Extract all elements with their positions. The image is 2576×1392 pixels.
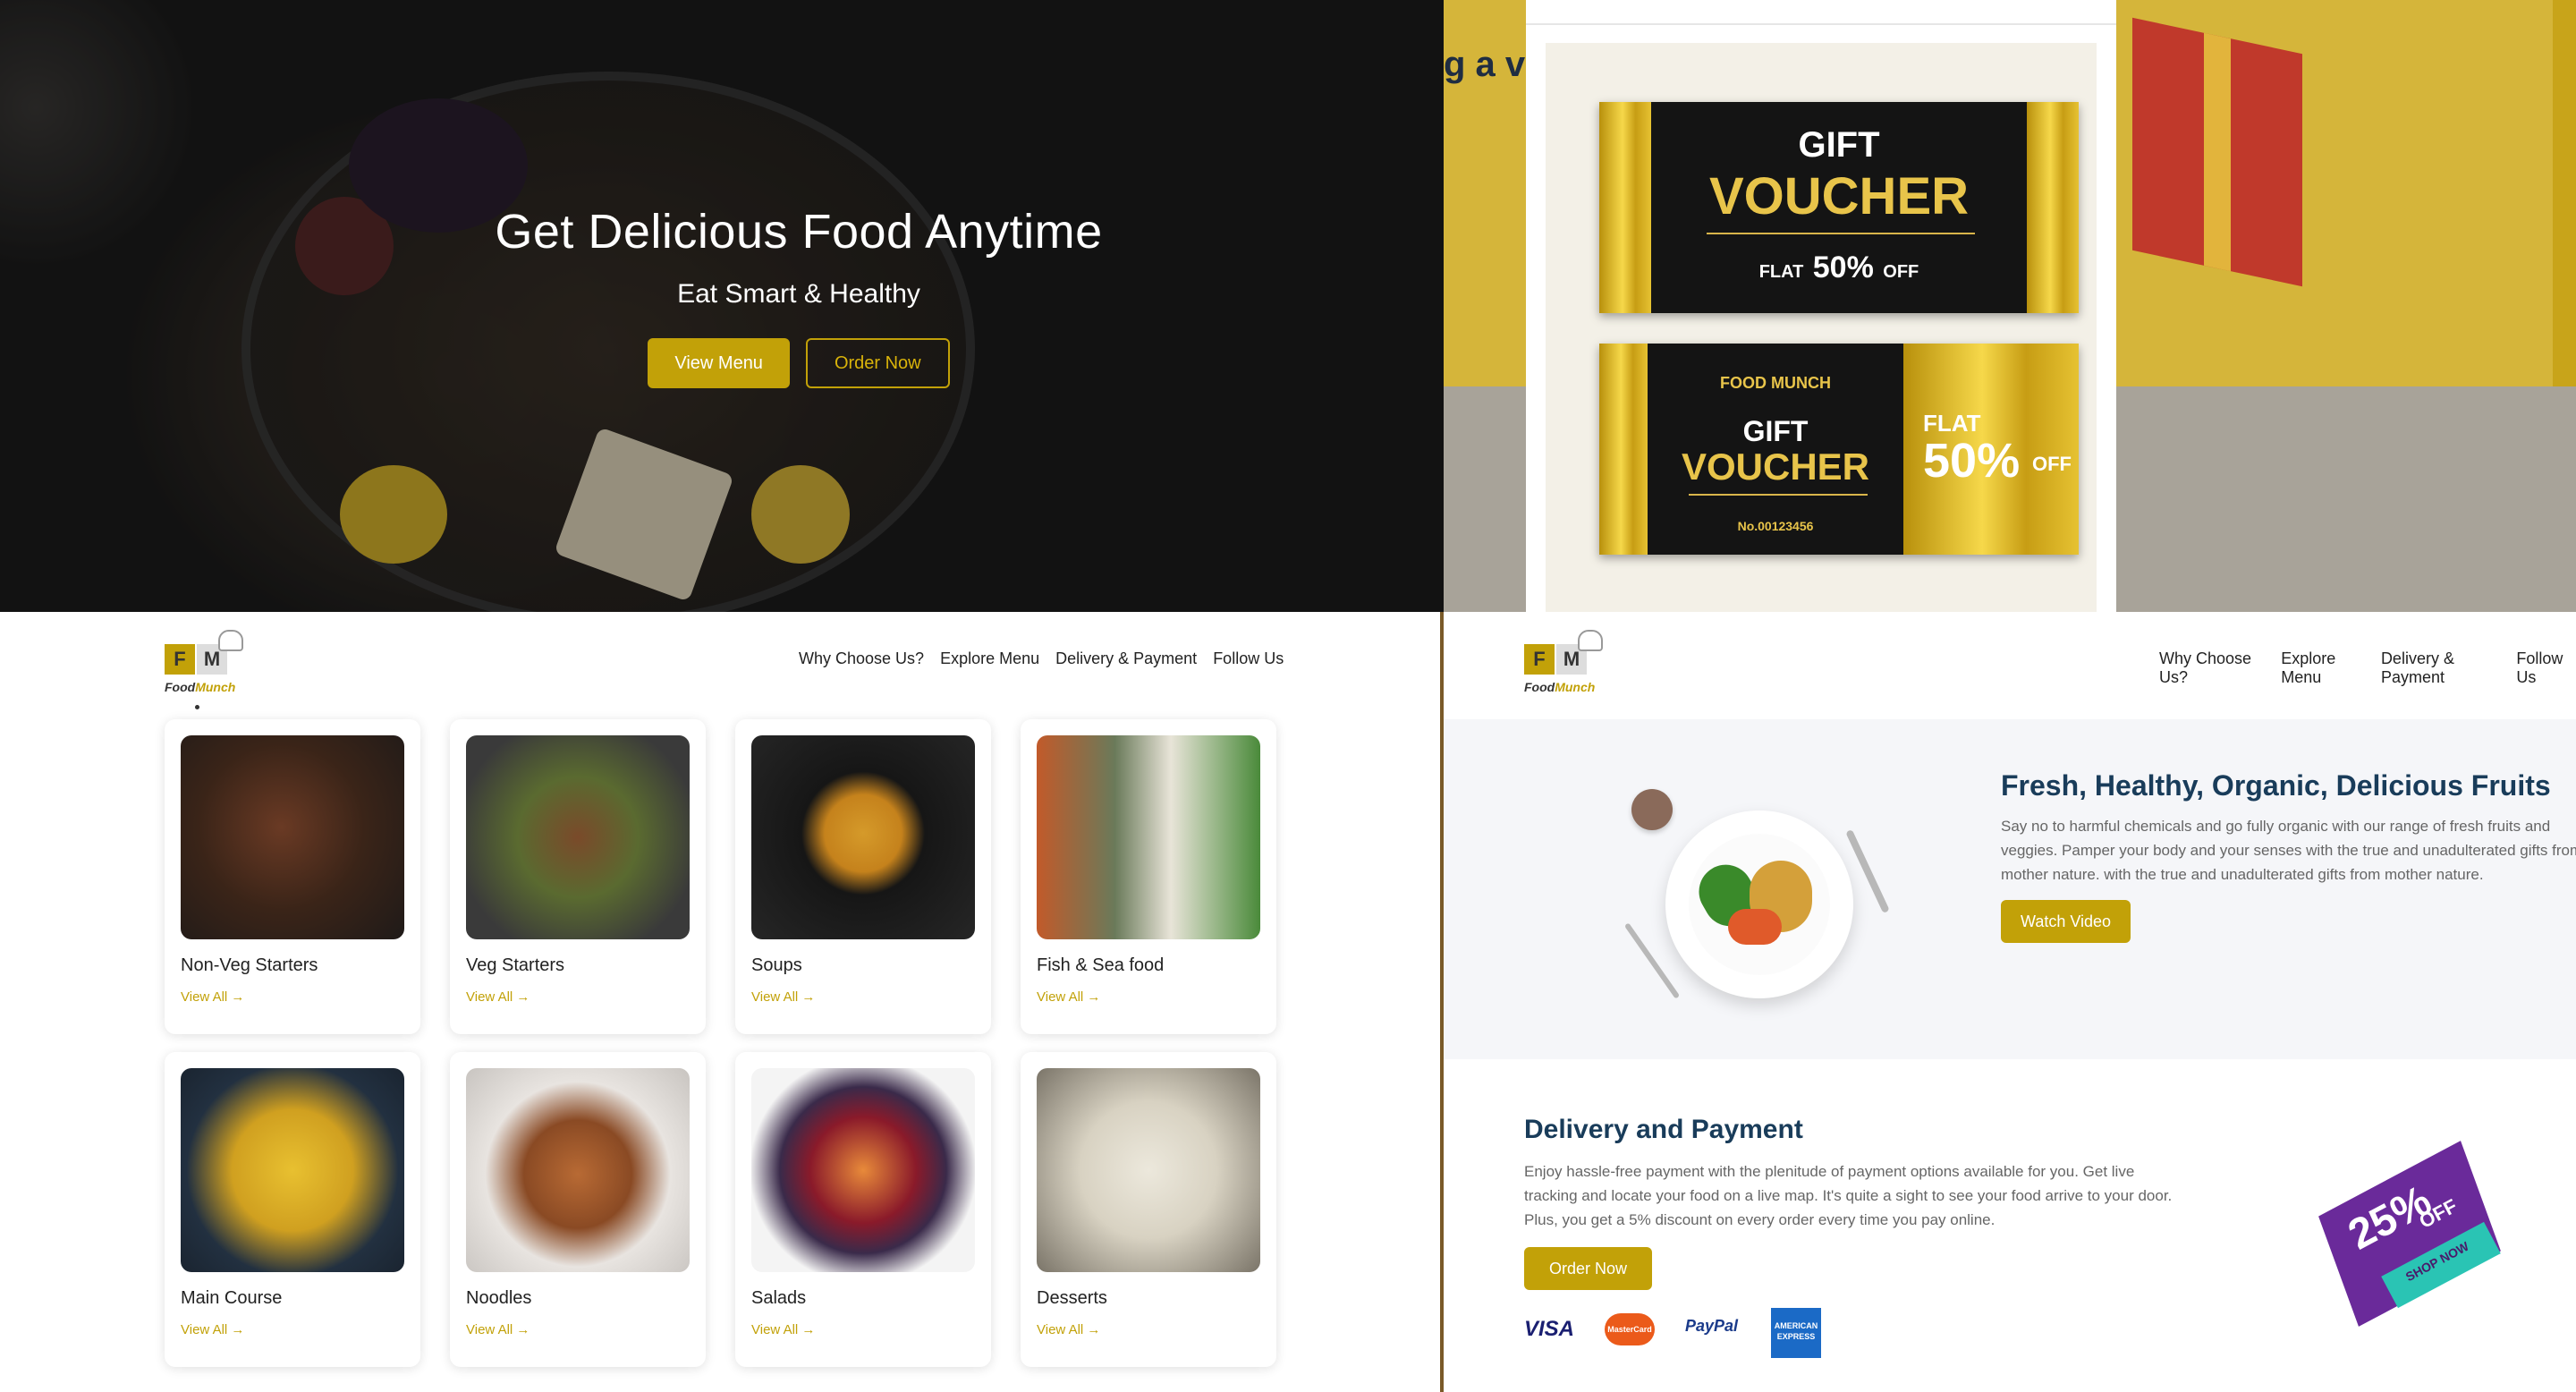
- menu-card[interactable]: Salads View All →: [735, 1052, 991, 1367]
- voucher-modal-body: GIFT VOUCHER FLAT 50% OFF FOOD MUNCH GIF…: [1546, 43, 2097, 612]
- healthy-plate-image: [1665, 811, 1853, 998]
- nav-link-explore-menu[interactable]: Explore Menu: [2281, 649, 2365, 687]
- biryani-image: [181, 1068, 404, 1272]
- fresh-fruits-heading: Fresh, Healthy, Organic, Delicious Fruit…: [2001, 769, 2551, 802]
- hero-subtitle: Eat Smart & Healthy: [677, 279, 920, 309]
- food-munch-logo[interactable]: F M FoodMunch: [1524, 630, 1605, 694]
- visa-icon: VISA: [1524, 1317, 1575, 1341]
- voucher-percent: 50%: [1923, 434, 2021, 488]
- nav-link-follow-us[interactable]: Follow Us: [2516, 649, 2576, 687]
- chef-hat-icon: [1578, 630, 1603, 651]
- delivery-payment-heading: Delivery and Payment: [1524, 1115, 1803, 1144]
- view-all-link[interactable]: View All →: [181, 1322, 244, 1337]
- menu-card[interactable]: Noodles View All →: [450, 1052, 706, 1367]
- ice-cream-image: [1037, 1068, 1260, 1272]
- view-all-link[interactable]: View All →: [751, 989, 815, 1005]
- voucher-discount: FLAT 50% OFF: [1758, 250, 1919, 284]
- hero-content: Get Delicious Food Anytime Eat Smart & H…: [0, 204, 1444, 388]
- navbar: F M FoodMunch Why Choose Us? Explore Men…: [0, 612, 1440, 719]
- menu-card[interactable]: Soups View All →: [735, 719, 991, 1034]
- voucher-gift-label: GIFT: [1742, 415, 1809, 447]
- voucher-modal: GIFT VOUCHER FLAT 50% OFF FOOD MUNCH GIF…: [1526, 0, 2116, 612]
- view-all-link[interactable]: View All →: [1037, 1322, 1100, 1337]
- nav-link-explore-menu[interactable]: Explore Menu: [940, 649, 1039, 668]
- order-now-button[interactable]: Order Now: [1524, 1247, 1653, 1290]
- nav-links: Why Choose Us? Explore Menu Delivery & P…: [799, 649, 1284, 668]
- hero-title: Get Delicious Food Anytime: [495, 205, 1103, 259]
- view-all-link[interactable]: View All →: [181, 989, 244, 1005]
- voucher-gift-label: GIFT: [1798, 125, 1880, 165]
- menu-card[interactable]: Main Course View All →: [165, 1052, 420, 1367]
- nav-link-delivery-payment[interactable]: Delivery & Payment: [2381, 649, 2500, 687]
- soup-bowl-image: [751, 735, 975, 939]
- hero-buttons: View Menu Order Now: [0, 338, 1444, 388]
- discount-badge[interactable]: 25% OFF SHOP NOW: [2318, 1141, 2501, 1327]
- watch-video-button[interactable]: Watch Video: [2001, 900, 2131, 943]
- nav-link-follow-us[interactable]: Follow Us: [1213, 649, 1284, 668]
- info-section: F M FoodMunch Why Choose Us? Explore Men…: [1444, 612, 2576, 1392]
- paypal-icon: PayPal: [1685, 1317, 1739, 1335]
- menu-card[interactable]: Veg Starters View All →: [450, 719, 706, 1034]
- food-munch-logo[interactable]: F M FoodMunch: [165, 630, 245, 694]
- voucher-title: VOUCHER: [1681, 446, 1870, 488]
- menu-card[interactable]: Non-Veg Starters View All →: [165, 719, 420, 1034]
- voucher-brand: FOOD MUNCH: [1720, 374, 1831, 392]
- mastercard-icon: MasterCard: [1605, 1313, 1655, 1345]
- order-now-button[interactable]: Order Now: [805, 338, 950, 388]
- fresh-fruits-description: Say no to harmful chemicals and go fully…: [2001, 818, 2576, 883]
- gift-voucher-card[interactable]: GIFT VOUCHER FLAT 50% OFF: [1599, 102, 2079, 313]
- gift-box-image: [2132, 17, 2302, 287]
- view-all-link[interactable]: View All →: [751, 1322, 815, 1337]
- modal-header-divider: [1526, 23, 2116, 25]
- tofu-bowl-image: [466, 735, 690, 939]
- view-menu-button[interactable]: View Menu: [648, 338, 790, 388]
- voucher-number: No.00123456: [1737, 519, 1814, 533]
- menu-card[interactable]: Fish & Sea food View All →: [1021, 719, 1276, 1034]
- hero-section: Get Delicious Food Anytime Eat Smart & H…: [0, 0, 1444, 612]
- view-all-link[interactable]: View All →: [466, 989, 530, 1005]
- menu-card[interactable]: Desserts View All →: [1021, 1052, 1276, 1367]
- food-munch-voucher-card[interactable]: FOOD MUNCH GIFT VOUCHER No.00123456 FLAT…: [1599, 344, 2079, 555]
- grilled-fish-image: [1037, 735, 1260, 939]
- noodles-image: [466, 1068, 690, 1272]
- view-all-link[interactable]: View All →: [1037, 989, 1100, 1005]
- fruit-salad-image: [751, 1068, 975, 1272]
- nav-link-why-choose-us[interactable]: Why Choose Us?: [2159, 649, 2265, 687]
- spice-bowl-image: [1631, 789, 1673, 830]
- menu-section: F M FoodMunch Why Choose Us? Explore Men…: [0, 612, 1444, 1392]
- chef-hat-icon: [218, 630, 243, 651]
- nav-links: Why Choose Us? Explore Menu Delivery & P…: [2159, 649, 2576, 687]
- nav-link-why-choose-us[interactable]: Why Choose Us?: [799, 649, 924, 668]
- voucher-section: g a va GIFT VOUCHER FLAT 50% OFF FOOD MU…: [1444, 0, 2576, 612]
- amex-icon: AMERICAN EXPRESS: [1771, 1308, 1821, 1358]
- voucher-off-label: OFF: [2032, 453, 2072, 475]
- delivery-payment-description: Enjoy hassle-free payment with the pleni…: [1524, 1163, 2173, 1228]
- voucher-title: VOUCHER: [1708, 167, 1970, 225]
- grilled-meat-image: [181, 735, 404, 939]
- nav-link-delivery-payment[interactable]: Delivery & Payment: [1055, 649, 1197, 668]
- navbar: F M FoodMunch Why Choose Us? Explore Men…: [1444, 612, 2576, 719]
- view-all-link[interactable]: View All →: [466, 1322, 530, 1337]
